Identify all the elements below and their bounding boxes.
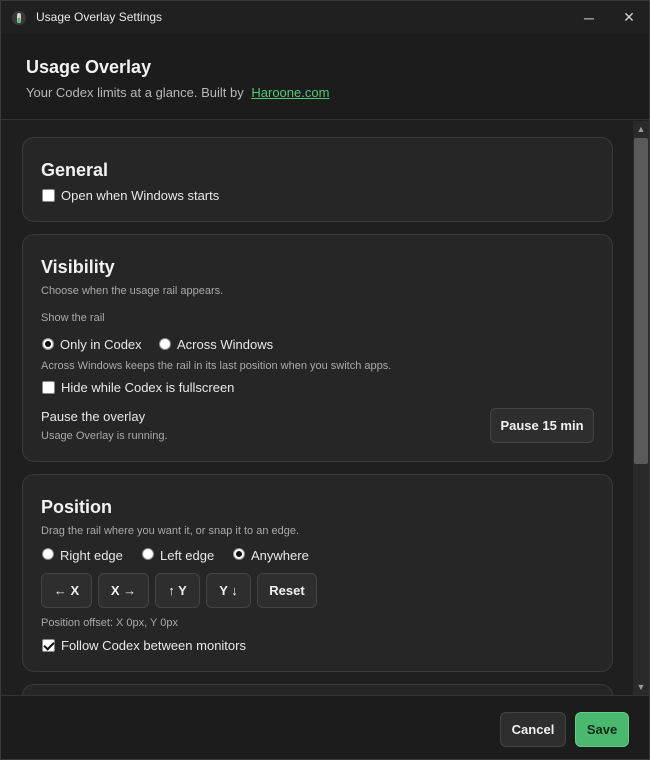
only-in-codex-label[interactable]: Only in Codex: [60, 337, 142, 352]
open-on-start-checkbox[interactable]: [42, 189, 55, 202]
visibility-card: Visibility Choose when the usage rail ap…: [22, 234, 613, 462]
hide-fullscreen-checkbox[interactable]: [42, 381, 55, 394]
save-button[interactable]: Save: [575, 712, 629, 747]
pause-overlay-label: Pause the overlay: [41, 409, 146, 424]
minimize-icon: ─: [584, 9, 594, 26]
page-subtitle: Your Codex limits at a glance. Built by …: [26, 85, 329, 100]
settings-window: Usage Overlay Settings ─ ✕ Usage Overlay…: [0, 0, 650, 760]
only-in-codex-radio[interactable]: [42, 338, 54, 350]
footer: Cancel Save: [1, 695, 649, 759]
hide-fullscreen-label[interactable]: Hide while Codex is fullscreen: [61, 380, 234, 395]
next-card: [22, 684, 613, 695]
visibility-title: Visibility: [41, 257, 115, 277]
right-edge-radio[interactable]: [42, 548, 54, 560]
header: Usage Overlay Your Codex limits at a gla…: [1, 34, 649, 120]
visibility-description: Choose when the usage rail appears.: [41, 285, 224, 297]
position-card: Position Drag the rail where you want it…: [22, 474, 613, 672]
haroone-link[interactable]: Haroone.com: [251, 85, 329, 100]
anywhere-radio[interactable]: [233, 548, 245, 560]
position-description: Drag the rail where you want it, or snap…: [41, 525, 300, 537]
pause-15-min-button[interactable]: Pause 15 min: [490, 408, 594, 443]
reset-position-button[interactable]: Reset: [257, 573, 317, 608]
follow-monitors-label[interactable]: Follow Codex between monitors: [61, 638, 246, 653]
subtitle-text: Your Codex limits at a glance. Built by: [26, 85, 244, 100]
cancel-button[interactable]: Cancel: [500, 712, 566, 747]
minimize-button[interactable]: ─: [569, 1, 609, 34]
general-title: General: [41, 160, 109, 180]
general-card: General Open when Windows starts: [22, 137, 613, 222]
across-windows-radio[interactable]: [159, 338, 171, 350]
scrollbar-thumb[interactable]: [634, 138, 648, 464]
page-title: Usage Overlay: [26, 57, 152, 77]
settings-scroll-area[interactable]: General Open when Windows starts Visibil…: [1, 121, 649, 695]
right-edge-label[interactable]: Right edge: [60, 548, 123, 563]
close-icon: ✕: [623, 9, 635, 25]
title-bar: Usage Overlay Settings ─ ✕: [1, 1, 649, 34]
show-rail-label: Show the rail: [41, 312, 105, 324]
open-on-start-label[interactable]: Open when Windows starts: [61, 188, 219, 203]
left-edge-label[interactable]: Left edge: [160, 548, 214, 563]
scrollbar[interactable]: ▲ ▼: [633, 121, 649, 695]
anywhere-label[interactable]: Anywhere: [251, 548, 309, 563]
across-windows-note: Across Windows keeps the rail in its las…: [41, 360, 392, 372]
move-down-y-button[interactable]: Y ↓: [206, 573, 251, 608]
move-right-x-button[interactable]: X →: [98, 573, 149, 608]
scroll-down-icon[interactable]: ▼: [633, 679, 649, 695]
window-title: Usage Overlay Settings: [36, 10, 163, 24]
position-title: Position: [41, 497, 112, 517]
position-offset-text: Position offset: X 0px, Y 0px: [41, 617, 178, 629]
left-edge-radio[interactable]: [142, 548, 154, 560]
app-icon: [12, 11, 26, 25]
move-up-y-button[interactable]: ↑ Y: [155, 573, 200, 608]
pause-status: Usage Overlay is running.: [41, 430, 168, 442]
follow-monitors-checkbox[interactable]: [42, 639, 55, 652]
scroll-up-icon[interactable]: ▲: [633, 121, 649, 137]
across-windows-label[interactable]: Across Windows: [177, 337, 273, 352]
move-left-x-button[interactable]: ← X: [41, 573, 92, 608]
close-button[interactable]: ✕: [609, 1, 649, 34]
